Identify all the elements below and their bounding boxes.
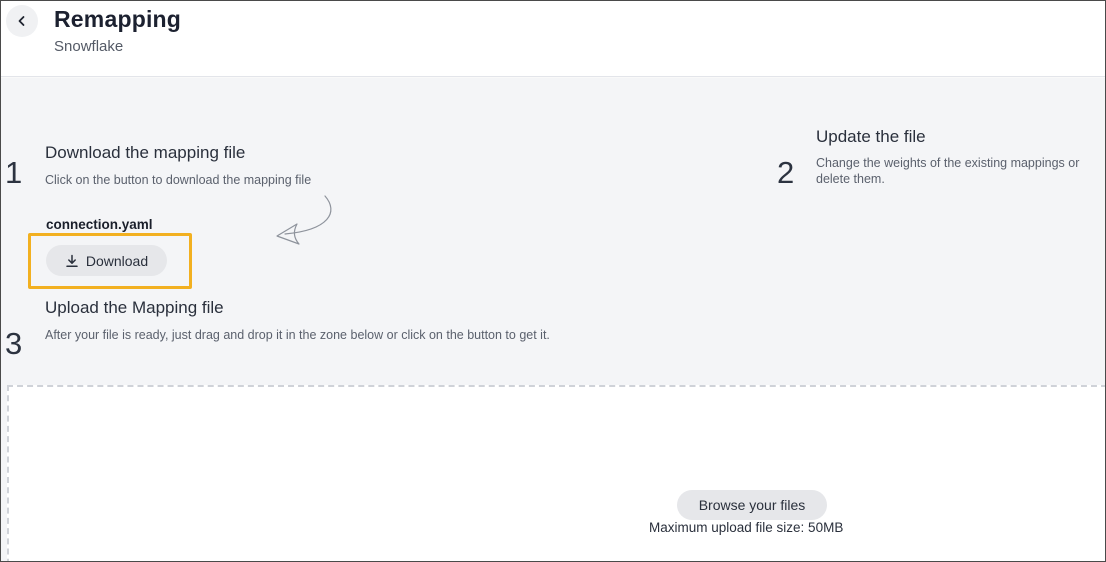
remapping-content: 1 Download the mapping file Click on the… bbox=[1, 78, 1105, 561]
step-1-description: Click on the button to download the mapp… bbox=[45, 173, 312, 187]
browse-files-button[interactable]: Browse your files bbox=[677, 490, 827, 520]
mapping-file-name: connection.yaml bbox=[46, 217, 153, 232]
curved-arrow-icon bbox=[276, 195, 332, 245]
chevron-left-icon bbox=[18, 16, 25, 26]
back-button[interactable] bbox=[6, 5, 38, 37]
upload-dropzone[interactable] bbox=[7, 385, 1105, 561]
page-title: Remapping bbox=[54, 6, 182, 32]
page-header: Remapping Snowflake bbox=[1, 1, 1105, 77]
download-icon bbox=[65, 254, 79, 268]
step-3-number: 3 bbox=[5, 326, 23, 361]
step-1-number: 1 bbox=[5, 155, 23, 190]
max-upload-size: Maximum upload file size: 50MB bbox=[649, 520, 844, 535]
step-2-number: 2 bbox=[777, 155, 795, 190]
step-1-title: Download the mapping file bbox=[45, 143, 246, 162]
step-2-title: Update the file bbox=[816, 127, 926, 146]
step-3-description: After your file is ready, just drag and … bbox=[45, 328, 550, 342]
page-subtitle: Snowflake bbox=[54, 38, 124, 55]
download-button-label: Download bbox=[85, 252, 149, 269]
step-2-description: Change the weights of the existing mappi… bbox=[816, 156, 1080, 186]
download-button[interactable]: Download bbox=[46, 245, 167, 276]
app-frame: Remapping Snowflake 1 Download the mappi… bbox=[0, 0, 1106, 562]
step-3-title: Upload the Mapping file bbox=[45, 298, 224, 317]
